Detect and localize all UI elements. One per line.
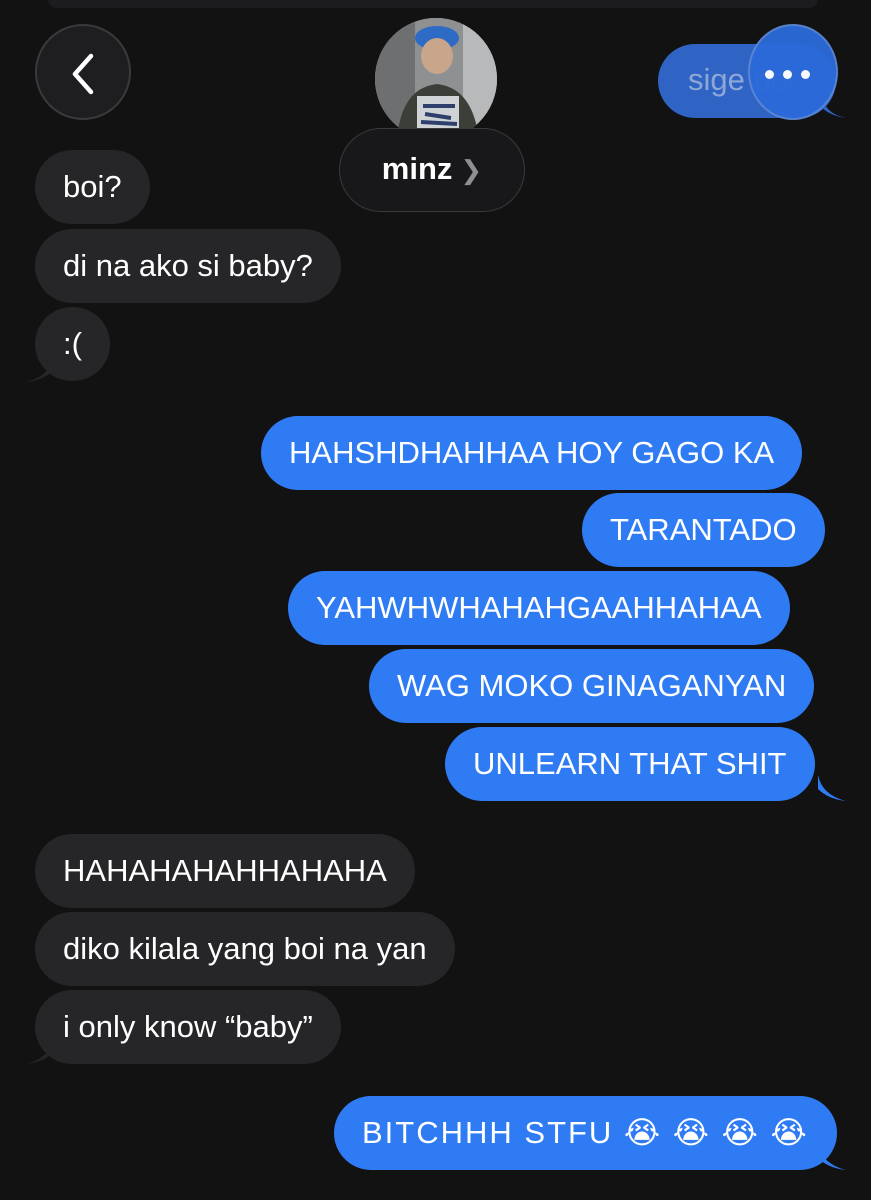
more-options-button[interactable] (748, 24, 838, 120)
bubble-tail (26, 356, 54, 382)
message-text: i only know “baby” (63, 1009, 313, 1044)
message-text: :( (63, 326, 82, 361)
outgoing-message-bubble[interactable]: YAHWHWHAHAHGAAHHAHAA (288, 571, 790, 645)
incoming-message-bubble[interactable]: di na ako si baby? (35, 229, 341, 303)
message-text: TARANTADO (610, 512, 797, 547)
chevron-left-icon (72, 53, 94, 95)
message-text: UNLEARN THAT SHIT (473, 746, 787, 781)
message-text: HAHAHAHAHHAHAHA (63, 853, 387, 888)
back-button[interactable] (35, 24, 131, 120)
bubble-tail (26, 1038, 54, 1064)
incoming-message-bubble[interactable]: boi? (35, 150, 150, 224)
outgoing-message-bubble[interactable]: BITCHHH STFU 😭 😭 😭 😭 (334, 1096, 837, 1170)
outgoing-message-bubble[interactable]: HAHSHDHAHHAA HOY GAGO KA (261, 416, 803, 490)
message-text: diko kilala yang boi na yan (63, 931, 427, 966)
message-text: boi? (63, 169, 122, 204)
message-text: BITCHHH STFU 😭 😭 😭 😭 (362, 1115, 809, 1150)
avatar-photo (375, 18, 497, 140)
contact-name: minz (381, 151, 453, 186)
outgoing-message-bubble[interactable]: TARANTADO (582, 493, 825, 567)
message-text: WAG MOKO GINAGANYAN (397, 668, 787, 703)
message-text: YAHWHWHAHAHGAAHHAHAA (316, 590, 762, 625)
incoming-message-bubble[interactable]: diko kilala yang boi na yan (35, 912, 455, 986)
contact-avatar[interactable] (375, 18, 497, 140)
ellipsis-icon (765, 66, 819, 84)
bubble-tail (818, 1144, 846, 1170)
message-text: HAHSHDHAHHAA HOY GAGO KA (289, 435, 775, 470)
previous-bubble-edge (48, 0, 818, 8)
contact-name-button[interactable]: minz ❯ (339, 128, 525, 212)
chevron-right-icon: ❯ (460, 155, 483, 185)
outgoing-message-bubble[interactable]: UNLEARN THAT SHIT (445, 727, 815, 801)
outgoing-message-bubble[interactable]: WAG MOKO GINAGANYAN (369, 649, 815, 723)
incoming-message-bubble[interactable]: i only know “baby” (35, 990, 341, 1064)
incoming-message-bubble[interactable]: HAHAHAHAHHAHAHA (35, 834, 415, 908)
bubble-tail (818, 775, 846, 801)
message-text: di na ako si baby? (63, 248, 313, 283)
